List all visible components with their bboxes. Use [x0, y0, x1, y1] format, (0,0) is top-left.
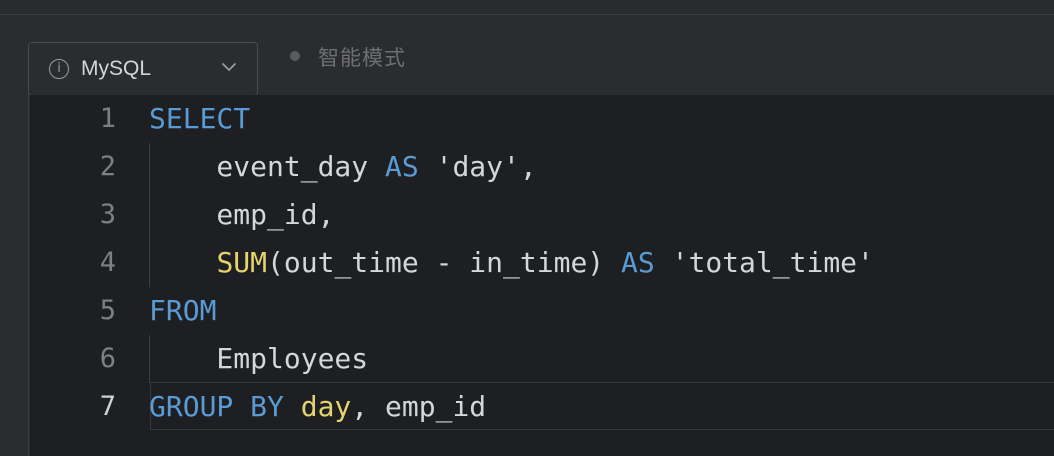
code-line[interactable]: 2 event_day AS 'day', — [30, 143, 1054, 191]
code-token: 'day', — [418, 150, 537, 183]
line-number: 3 — [99, 199, 116, 230]
code-token: emp_id, — [149, 198, 335, 231]
code-line[interactable]: 3 emp_id, — [30, 191, 1054, 239]
window-top-bar — [0, 0, 1054, 15]
code-editor[interactable]: 1 SELECT 2 event_day AS 'day', 3 emp_id, 4 S… — [30, 95, 1054, 456]
code-token: , emp_id — [351, 390, 487, 423]
side-gutter — [0, 95, 29, 456]
sql-function: SUM — [216, 246, 268, 279]
code-text: FROM — [149, 287, 216, 335]
line-number: 5 — [99, 295, 116, 326]
smart-mode-toggle[interactable]: 智能模式 — [318, 42, 406, 72]
chevron-down-icon — [222, 63, 236, 71]
code-token: day — [300, 390, 352, 423]
sql-keyword: FROM — [149, 294, 217, 327]
info-icon[interactable]: i — [49, 59, 69, 79]
code-token: event_day — [149, 150, 386, 183]
code-line[interactable]: 4 SUM(out_time - in_time) AS 'total_time… — [30, 239, 1054, 287]
code-text: GROUP BY day, emp_id — [149, 383, 486, 431]
sql-keyword: AS — [621, 246, 655, 279]
code-line[interactable]: 5 FROM — [30, 287, 1054, 335]
sql-keyword: GROUP BY — [149, 390, 284, 423]
sql-keyword: SELECT — [149, 102, 251, 135]
code-line[interactable]: 6 Employees — [30, 335, 1054, 383]
line-number: 4 — [99, 247, 116, 278]
language-select[interactable]: i MySQL — [28, 42, 258, 96]
line-number: 7 — [99, 391, 116, 422]
code-token: 'total_time' — [654, 246, 874, 279]
code-line[interactable]: 7 GROUP BY day, emp_id — [30, 383, 1054, 431]
code-text: Employees — [149, 335, 368, 383]
editor-toolbar: i MySQL 智能模式 — [0, 15, 1054, 96]
code-text: emp_id, — [149, 191, 334, 239]
line-number: 6 — [99, 343, 116, 374]
line-number: 2 — [99, 151, 116, 182]
code-line[interactable]: 1 SELECT — [30, 95, 1054, 143]
language-select-value: MySQL — [81, 57, 152, 80]
line-number: 1 — [99, 103, 116, 134]
code-text: event_day AS 'day', — [149, 143, 537, 191]
status-dot — [290, 51, 300, 61]
code-token: (out_time - in_time) — [267, 246, 622, 279]
code-text: SUM(out_time - in_time) AS 'total_time' — [149, 239, 874, 287]
code-token: Employees — [149, 342, 369, 375]
sql-keyword: AS — [385, 150, 419, 183]
code-text: SELECT — [149, 95, 250, 143]
